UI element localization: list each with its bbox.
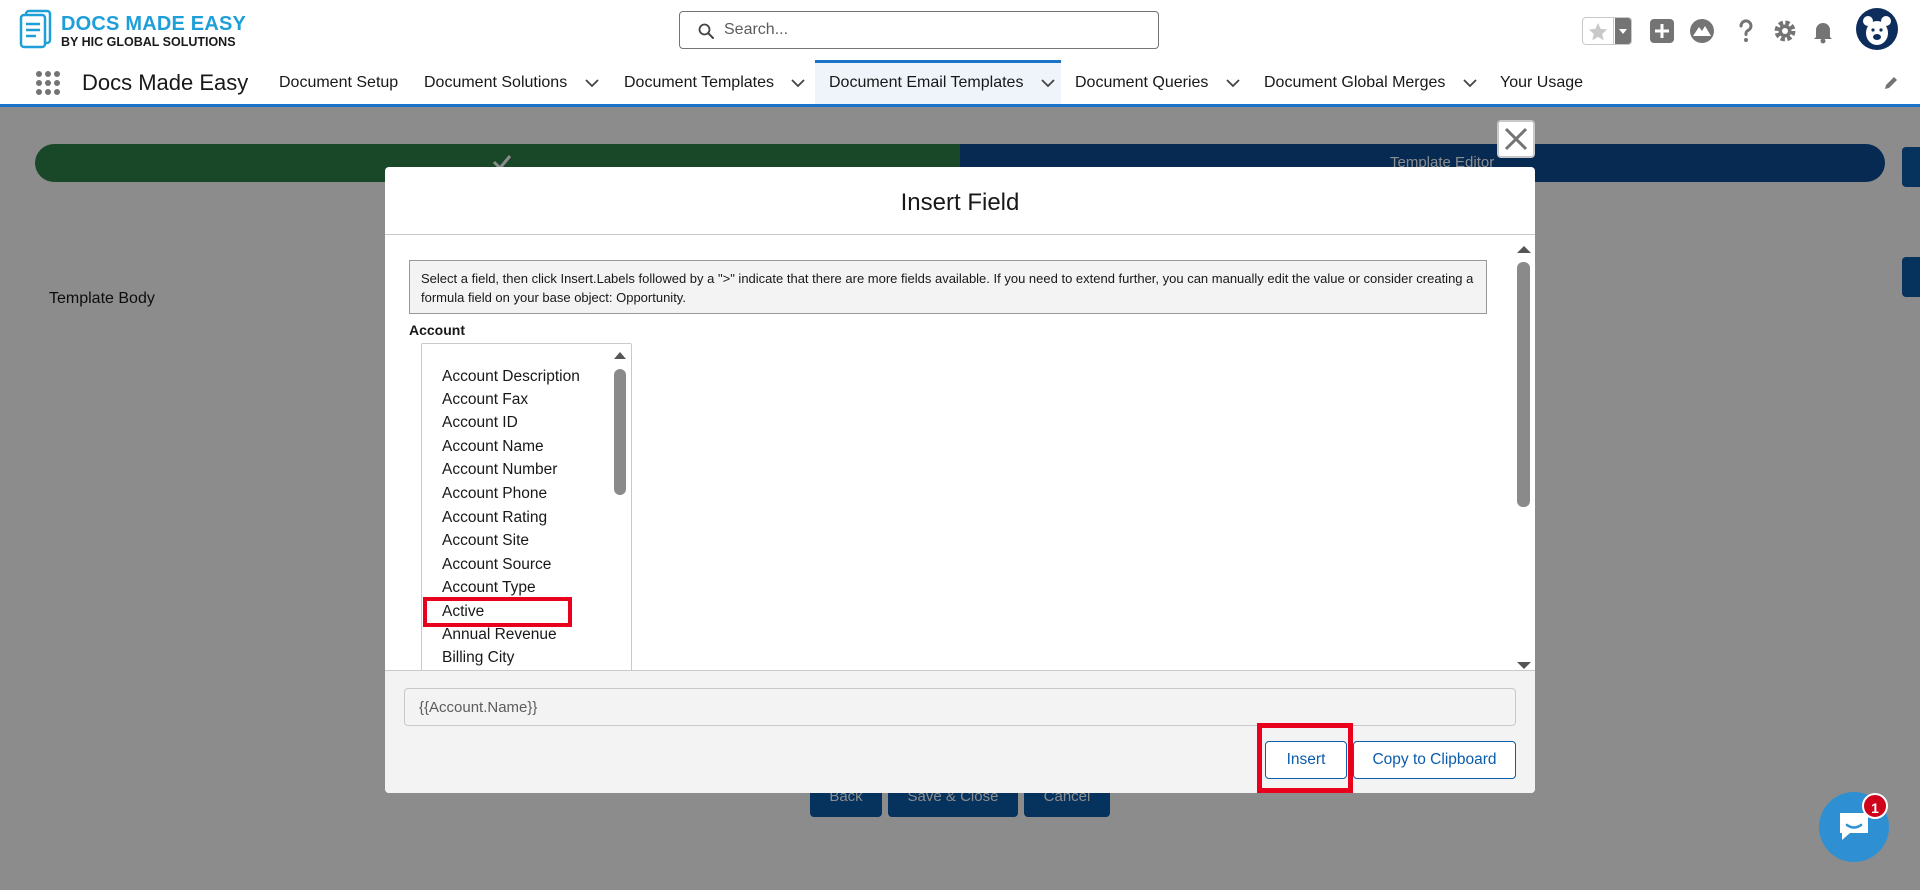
logo-subtitle: BY HIC GLOBAL SOLUTIONS [61, 35, 236, 49]
favorite-star-icon[interactable] [1587, 21, 1609, 43]
favorites-group[interactable] [1582, 17, 1632, 45]
global-header: DOCS MADE EASY BY HIC GLOBAL SOLUTIONS [0, 0, 1920, 60]
bear-avatar-icon [1863, 16, 1891, 45]
tab-label: Document Global Merges [1264, 74, 1446, 91]
list-item[interactable]: Account Description [442, 368, 580, 386]
list-item[interactable]: Account Source [442, 556, 551, 574]
object-section-label: Account [409, 322, 465, 338]
modal-header: Insert Field [385, 167, 1535, 235]
chevron-down-icon[interactable] [1040, 78, 1056, 88]
app-logo[interactable]: DOCS MADE EASY BY HIC GLOBAL SOLUTIONS [19, 9, 249, 53]
tab-document-queries[interactable]: Document Queries [1075, 60, 1241, 104]
chevron-down-icon[interactable] [1462, 78, 1478, 88]
tab-label: Document Setup [279, 74, 399, 91]
copy-to-clipboard-button[interactable]: Copy to Clipboard [1353, 741, 1516, 779]
tab-document-templates[interactable]: Document Templates [624, 60, 806, 104]
list-item[interactable]: Account ID [442, 414, 518, 432]
tab-document-solutions[interactable]: Document Solutions [424, 60, 600, 104]
list-item[interactable]: Annual Revenue [442, 626, 557, 644]
edit-nav-pencil-icon[interactable] [1882, 74, 1900, 92]
modal-footer: Insert Copy to Clipboard [385, 670, 1535, 793]
setup-gear-icon[interactable] [1771, 17, 1799, 45]
tab-label: Document Queries [1075, 74, 1209, 91]
close-icon [1504, 127, 1528, 151]
tab-label: Document Solutions [424, 74, 568, 91]
list-item-selected[interactable]: Account Name [442, 438, 544, 456]
global-search[interactable] [679, 11, 1159, 49]
modal-scrollbar-thumb[interactable] [1517, 262, 1530, 507]
user-avatar[interactable] [1856, 8, 1898, 50]
list-item[interactable]: Account Site [442, 532, 529, 550]
modal-body: Select a field, then click Insert.Labels… [385, 235, 1535, 670]
tab-document-setup[interactable]: Document Setup [279, 60, 398, 104]
document-logo-icon [19, 9, 52, 49]
app-nav-bar: Docs Made Easy Document Setup Document S… [0, 60, 1920, 107]
chat-unread-badge: 1 [1862, 793, 1888, 819]
list-item[interactable]: Account Rating [442, 509, 547, 527]
modal-title: Insert Field [900, 189, 1020, 216]
tab-document-global-merges[interactable]: Document Global Merges [1264, 60, 1478, 104]
app-launcher-icon[interactable] [34, 69, 62, 97]
insert-field-modal: Insert Field Select a field, then click … [385, 167, 1535, 793]
search-icon [698, 23, 714, 39]
chevron-down-icon[interactable] [584, 78, 600, 88]
tab-document-email-templates[interactable]: Document Email Templates [815, 60, 1061, 104]
scroll-up-arrow-icon[interactable] [613, 350, 627, 360]
list-item[interactable]: Account Type [442, 579, 536, 597]
insert-button-highlight [1257, 723, 1353, 793]
list-item[interactable]: Billing City [442, 649, 514, 667]
logo-title: DOCS MADE EASY [61, 13, 247, 35]
search-input[interactable] [724, 18, 1144, 42]
chevron-down-icon [1619, 29, 1627, 34]
chevron-down-icon[interactable] [1225, 78, 1241, 88]
favorites-divider [1613, 18, 1614, 44]
favorites-menu-button[interactable] [1615, 18, 1631, 44]
list-item[interactable]: Account Fax [442, 391, 528, 409]
tab-label: Document Email Templates [829, 74, 1024, 91]
add-icon[interactable] [1648, 17, 1676, 45]
scroll-down-arrow-icon[interactable] [1516, 661, 1532, 670]
tab-label: Your Usage [1500, 74, 1584, 91]
list-item[interactable]: Account Phone [442, 485, 547, 503]
tab-your-usage[interactable]: Your Usage [1500, 60, 1583, 104]
close-modal-button[interactable] [1497, 120, 1535, 158]
tab-label: Document Templates [624, 74, 774, 91]
notification-bell-icon[interactable] [1809, 17, 1837, 45]
list-scrollbar-thumb[interactable] [614, 369, 626, 495]
help-icon[interactable] [1732, 17, 1760, 45]
list-item[interactable]: Account Number [442, 461, 557, 479]
trailhead-icon[interactable] [1688, 17, 1716, 45]
chevron-down-icon[interactable] [790, 78, 806, 88]
selected-field-highlight [423, 597, 572, 627]
merge-field-value[interactable] [404, 688, 1516, 726]
help-text: Select a field, then click Insert.Labels… [409, 260, 1487, 314]
app-name: Docs Made Easy [82, 70, 249, 95]
scroll-up-arrow-icon[interactable] [1516, 244, 1532, 254]
